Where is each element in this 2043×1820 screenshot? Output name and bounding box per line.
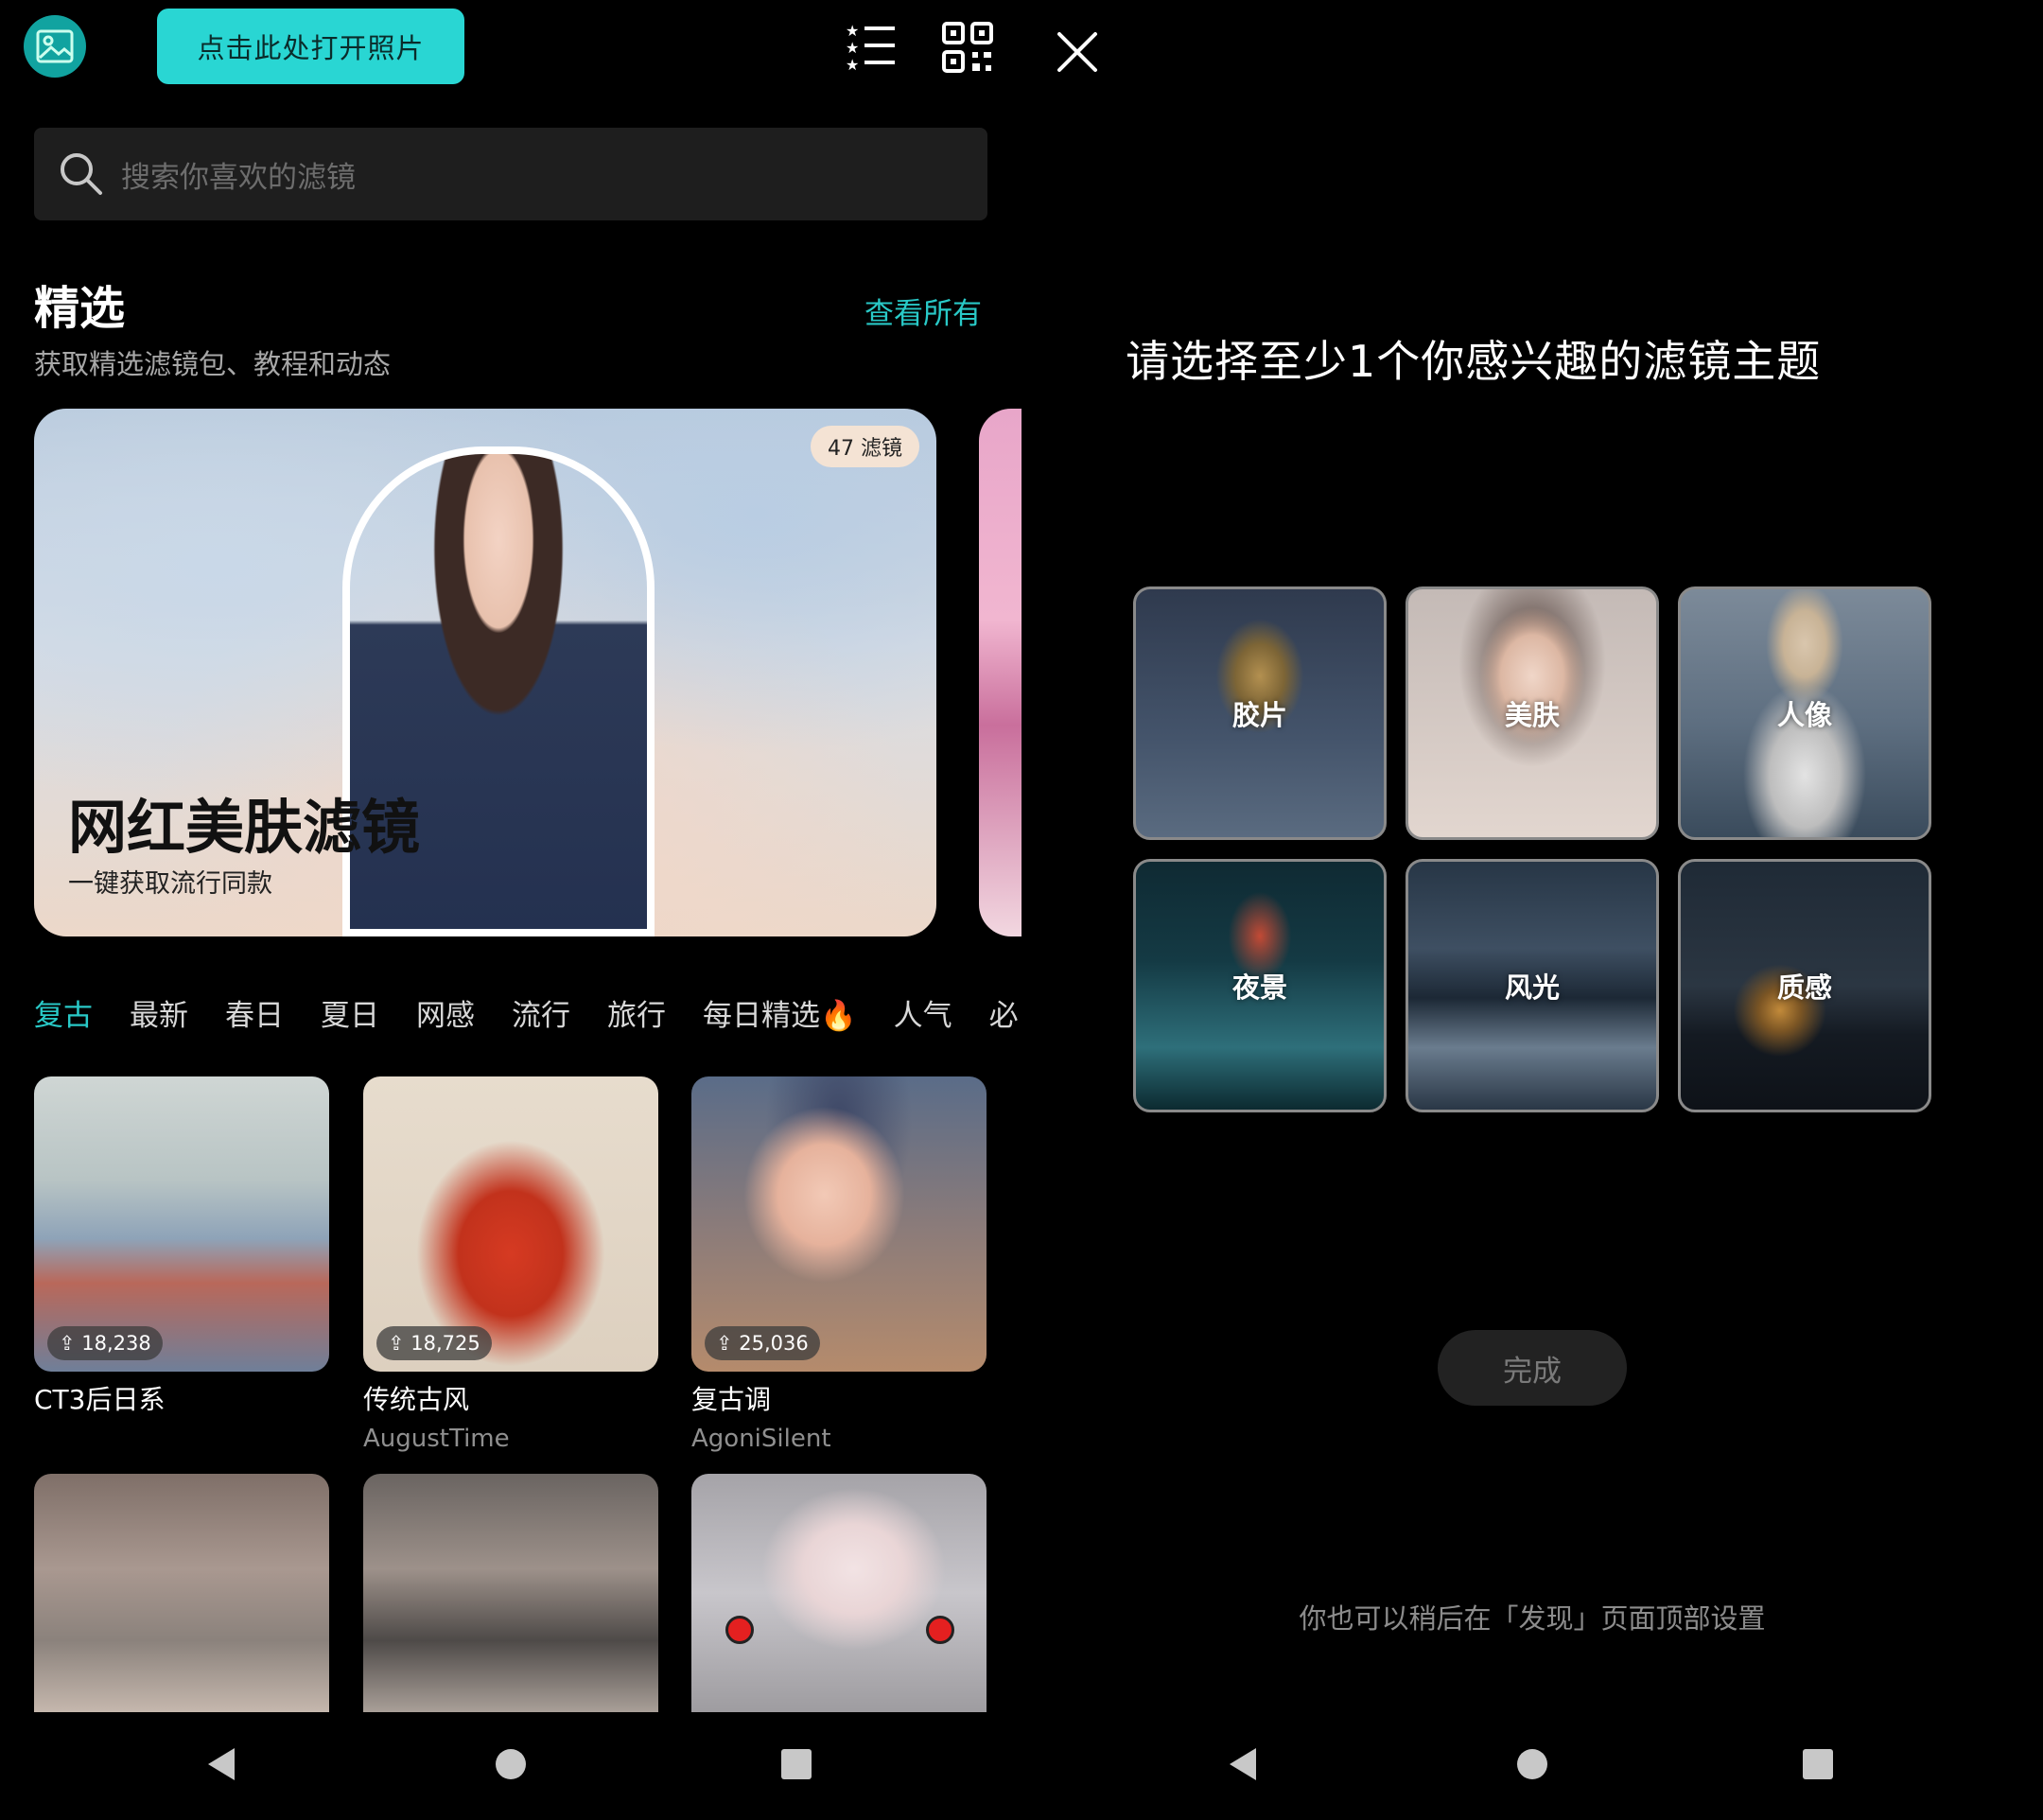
topic-label: 美肤: [1504, 699, 1560, 731]
topic-label: 风光: [1504, 971, 1560, 1004]
marker-dot: [926, 1616, 954, 1644]
svg-text:★: ★: [846, 39, 859, 57]
filter-card-thumbnail: ⇪ 18,238: [34, 1076, 329, 1372]
topic-portrait[interactable]: 人像: [1678, 586, 1931, 840]
use-count: ⇪ 25,036: [705, 1326, 820, 1360]
settings-hint: 你也可以稍后在「发现」页面顶部设置: [1299, 1602, 1766, 1635]
filter-card-author[interactable]: AugustTime: [363, 1425, 658, 1453]
filter-card-thumbnail: [691, 1474, 987, 1712]
tab-latest[interactable]: 最新: [130, 991, 188, 1034]
topic-label: 夜景: [1231, 971, 1287, 1004]
tab-spring[interactable]: 春日: [225, 991, 284, 1034]
topic-film[interactable]: 胶片: [1133, 586, 1387, 840]
search-input[interactable]: 搜索你喜欢的滤镜: [34, 128, 987, 220]
filter-card-name: CT3后日系: [34, 1384, 166, 1415]
filter-card-name: 复古调: [691, 1384, 772, 1415]
featured-card-title: 网红美肤滤镜: [68, 793, 421, 862]
marker-dot: [725, 1616, 754, 1644]
svg-text:★: ★: [846, 56, 859, 74]
filter-card[interactable]: ⇪ 25,036 复古调 AgoniSilent: [691, 1076, 987, 1453]
use-count-value: 18,725: [410, 1332, 480, 1355]
category-tabs: 复古 最新 春日 夏日 网感 流行 旅行 每日精选🔥 人气 必: [34, 984, 1022, 1041]
tab-summer[interactable]: 夏日: [321, 991, 379, 1034]
filter-card[interactable]: ⇪ 18,238 CT3后日系: [34, 1076, 329, 1417]
tab-popular-trend[interactable]: 流行: [512, 991, 570, 1034]
topic-label: 质感: [1776, 971, 1832, 1004]
filter-card[interactable]: [691, 1474, 987, 1712]
tab-must[interactable]: 必: [989, 991, 1019, 1034]
open-photo-button[interactable]: 点击此处打开照片: [157, 9, 464, 84]
search-icon: [57, 149, 106, 199]
tab-vintage[interactable]: 复古: [34, 991, 93, 1034]
topic-selection-screen: 请选择至少1个你感兴趣的滤镜主题 胶片 美肤 人像 夜景 风光 质感 完成 你也…: [1022, 0, 2043, 1816]
featured-card-subtitle: 一键获取流行同款: [68, 869, 272, 899]
use-count: ⇪ 18,238: [47, 1326, 163, 1360]
topic-prompt: 请选择至少1个你感兴趣的滤镜主题: [1126, 336, 1822, 387]
featured-title: 精选: [34, 282, 126, 335]
search-placeholder: 搜索你喜欢的滤镜: [121, 160, 356, 195]
topic-texture[interactable]: 质感: [1678, 859, 1931, 1112]
system-nav-bar: [1022, 1712, 2043, 1816]
close-icon[interactable]: [1054, 28, 1101, 76]
system-nav-bar: [0, 1712, 1022, 1816]
back-icon[interactable]: [1230, 1748, 1256, 1780]
filter-card-thumbnail: ⇪ 25,036: [691, 1076, 987, 1372]
filter-card-thumbnail: ⇪ 18,725: [363, 1076, 658, 1372]
topic-night[interactable]: 夜景: [1133, 859, 1387, 1112]
tab-hot[interactable]: 人气: [894, 991, 952, 1034]
filter-card-name: 传统古风: [363, 1384, 470, 1415]
filter-card[interactable]: [34, 1474, 329, 1712]
featured-card[interactable]: 47 滤镜 网红美肤滤镜 一键获取流行同款: [34, 409, 936, 936]
starred-list-icon[interactable]: ★ ★ ★: [844, 21, 897, 74]
tab-net-feel[interactable]: 网感: [416, 991, 475, 1034]
topic-landscape[interactable]: 风光: [1406, 859, 1659, 1112]
filter-card-thumbnail: [363, 1474, 658, 1712]
app-logo-button[interactable]: [24, 15, 124, 78]
filter-card-thumbnail: [34, 1474, 329, 1712]
home-icon[interactable]: [1517, 1749, 1547, 1779]
filter-count-badge: 47 滤镜: [811, 426, 919, 467]
topic-label: 人像: [1776, 699, 1832, 731]
use-count-value: 25,036: [739, 1332, 809, 1355]
topic-beauty[interactable]: 美肤: [1406, 586, 1659, 840]
use-count: ⇪ 18,725: [376, 1326, 492, 1360]
tab-daily-picks[interactable]: 每日精选🔥: [703, 991, 857, 1034]
home-icon[interactable]: [496, 1749, 526, 1779]
filter-card[interactable]: [363, 1474, 658, 1712]
filter-home-screen: 点击此处打开照片 ★ ★ ★ 搜索你喜欢的滤镜 精选 获取精选滤镜包、教程和动态…: [0, 0, 1022, 1816]
see-all-link[interactable]: 查看所有: [864, 289, 982, 332]
back-icon[interactable]: [208, 1748, 235, 1780]
use-count-value: 18,238: [81, 1332, 151, 1355]
filter-card-author[interactable]: AgoniSilent: [691, 1425, 987, 1453]
tab-travel[interactable]: 旅行: [607, 991, 666, 1034]
topic-label: 胶片: [1231, 699, 1287, 731]
recents-icon[interactable]: [1803, 1749, 1833, 1779]
recents-icon[interactable]: [781, 1749, 812, 1779]
featured-subtitle: 获取精选滤镜包、教程和动态: [34, 348, 392, 380]
featured-card-next[interactable]: [979, 409, 1022, 936]
app-logo-icon: [24, 15, 86, 78]
filter-card[interactable]: ⇪ 18,725 传统古风 AugustTime: [363, 1076, 658, 1453]
svg-text:★: ★: [846, 22, 859, 40]
done-button[interactable]: 完成: [1438, 1330, 1627, 1406]
qr-code-icon[interactable]: [941, 21, 994, 74]
